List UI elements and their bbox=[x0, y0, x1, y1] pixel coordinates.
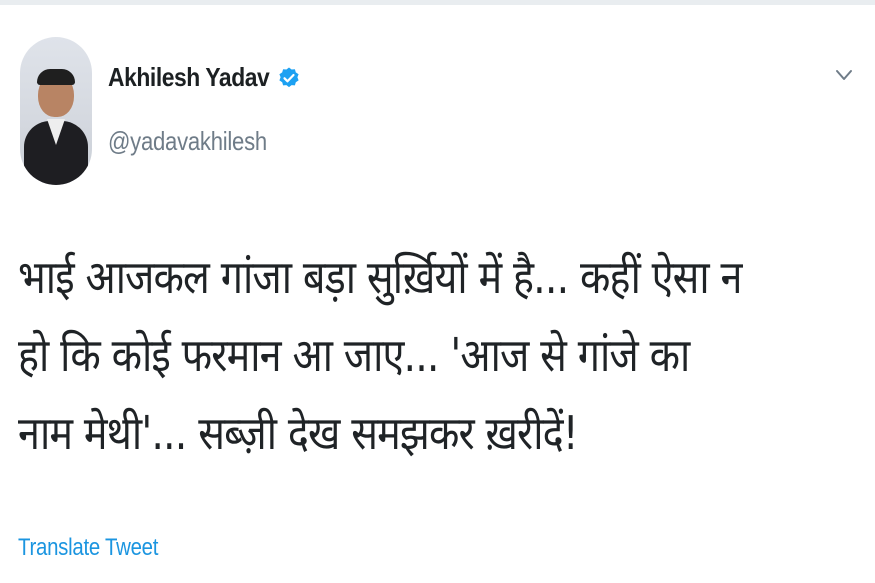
author-row: Akhilesh Yadav bbox=[108, 62, 301, 93]
author-handle[interactable]: @yadavakhilesh bbox=[108, 126, 267, 157]
verified-badge-icon bbox=[279, 67, 299, 87]
chevron-down-icon[interactable] bbox=[834, 67, 854, 83]
author-name[interactable]: Akhilesh Yadav bbox=[108, 62, 270, 93]
translate-tweet-link[interactable]: Translate Tweet bbox=[18, 534, 158, 562]
tweet-card: Akhilesh Yadav @yadavakhilesh भाई आजकल ग… bbox=[0, 5, 875, 583]
tweet-text: भाई आजकल गांजा बड़ा सुर्ख़ियों में है...… bbox=[18, 250, 742, 460]
avatar[interactable] bbox=[20, 37, 92, 185]
avatar-hair bbox=[37, 69, 75, 85]
